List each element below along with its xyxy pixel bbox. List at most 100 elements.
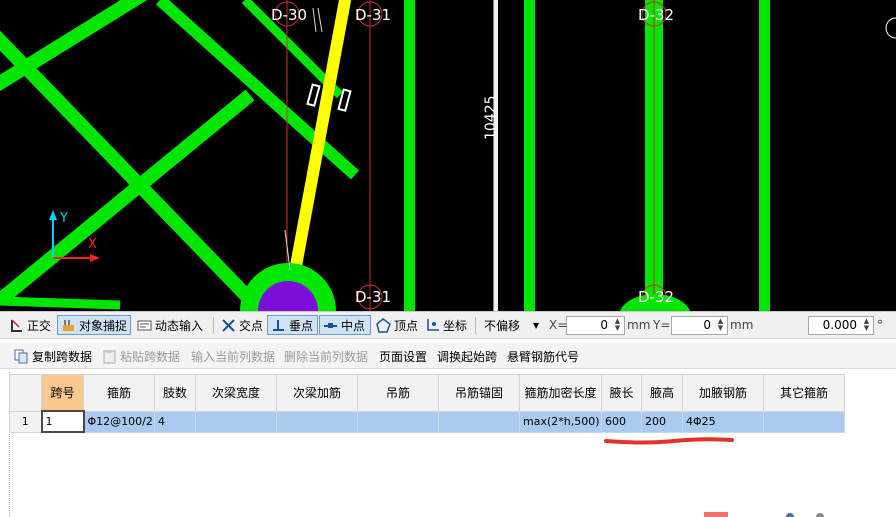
midpoint-icon <box>323 318 338 333</box>
table-cell[interactable] <box>438 410 520 433</box>
snap-toolbar: 正交 对象捕捉 动态输入 交点 垂点 中点 顶点 坐标 不偏移 ▼ X= 0 ▲… <box>0 311 896 339</box>
orthogonal-label: 正交 <box>27 318 52 333</box>
page-setup-button[interactable]: 页面设置 <box>379 348 427 365</box>
column-header[interactable]: 加腋钢筋 <box>682 374 764 412</box>
y-spinner[interactable]: ▲ ▼ <box>715 318 726 333</box>
column-header[interactable]: 肢数 <box>154 374 196 412</box>
column-header[interactable]: 其它箍筋 <box>763 374 845 412</box>
table-cell[interactable]: 200 <box>641 410 683 433</box>
delete-column-label: 删除当前列数据 <box>284 350 369 364</box>
input-column-label: 输入当前列数据 <box>191 350 276 364</box>
row-number[interactable]: 1 <box>9 410 42 433</box>
axis-label-d31-top: D-31 <box>355 6 391 24</box>
midpoint-button[interactable]: 中点 <box>319 315 371 335</box>
table-cell[interactable]: 4Φ25 <box>682 410 764 433</box>
x-input[interactable]: 0 ▲ ▼ <box>566 316 625 335</box>
angle-input[interactable]: 0.000 ▲ ▼ <box>808 316 874 335</box>
dynamic-input-icon <box>137 318 152 333</box>
adjust-start-span-label: 调换起始跨 <box>437 350 498 364</box>
object-snap-button[interactable]: 对象捕捉 <box>57 315 131 335</box>
beam-annotation <box>312 7 317 33</box>
diagonal-beam <box>0 296 121 310</box>
orthogonal-icon <box>9 318 24 333</box>
angle-spinner[interactable]: ▲ ▼ <box>861 318 872 333</box>
column-header[interactable]: 次梁宽度 <box>195 374 277 412</box>
ucs-x-label: X <box>88 237 97 252</box>
y-input[interactable]: 0 ▲ ▼ <box>671 316 728 335</box>
x-spinner[interactable]: ▲ ▼ <box>612 318 623 333</box>
cantilever-code-label: 悬臂钢筋代号 <box>507 350 580 364</box>
adjust-start-span-button[interactable]: 调换起始跨 <box>437 348 497 365</box>
object-snap-icon <box>61 318 76 333</box>
beam-annotation <box>317 7 323 33</box>
object-snap-label: 对象捕捉 <box>79 318 128 333</box>
column-header[interactable]: 腋高 <box>641 374 683 412</box>
y-value: 0 <box>703 318 711 332</box>
column-header[interactable]: 腋长 <box>601 374 642 412</box>
table-cell[interactable] <box>276 410 358 433</box>
red-underline-annotation <box>604 437 734 445</box>
delete-column-button[interactable]: 删除当前列数据 <box>284 348 368 365</box>
ucs-y-label: Y <box>59 211 68 226</box>
angle-value: 0.000 <box>822 318 857 332</box>
vertex-button[interactable]: 顶点 <box>373 315 421 335</box>
paste-span-button[interactable]: 粘贴跨数据 <box>102 348 180 365</box>
midpoint-label: 中点 <box>341 318 366 333</box>
column-header[interactable]: 箍筋加密长度 <box>519 374 602 412</box>
column-header[interactable]: 跨号 <box>41 374 84 412</box>
y-label: Y= <box>653 318 671 332</box>
coordinate-button[interactable]: 坐标 <box>422 315 470 335</box>
ucs-x-arrow <box>90 254 100 262</box>
table-cell[interactable] <box>763 410 845 433</box>
corner-header <box>9 374 42 412</box>
table-cell[interactable] <box>357 410 439 433</box>
axis-label-d30: D-30 <box>271 6 307 24</box>
cad-canvas[interactable]: D-30 D-31 D-31 Y X 10425 D-32 D-32 <box>0 0 896 311</box>
intersection-icon <box>221 318 236 333</box>
column-header[interactable]: 吊筋 <box>357 374 439 412</box>
vertex-icon <box>376 317 391 333</box>
chevron-down-icon: ▼ <box>533 320 540 330</box>
angle-unit: ° <box>877 318 883 332</box>
axis-circle <box>885 17 896 39</box>
table-cell[interactable] <box>195 410 277 433</box>
column-header[interactable]: 吊筋锚固 <box>438 374 520 412</box>
coordinate-icon <box>425 318 440 333</box>
input-column-button[interactable]: 输入当前列数据 <box>191 348 275 365</box>
dynamic-input-label: 动态输入 <box>155 318 204 333</box>
span-action-bar: 复制跨数据 粘贴跨数据 输入当前列数据 删除当前列数据 页面设置 调换起始跨 悬… <box>0 343 896 369</box>
axis-label-d31-bottom: D-31 <box>355 288 391 306</box>
paste-span-label: 粘贴跨数据 <box>120 350 181 364</box>
vertex-label: 顶点 <box>394 318 419 333</box>
dynamic-input-button[interactable]: 动态输入 <box>134 315 206 335</box>
cantilever-code-button[interactable]: 悬臂钢筋代号 <box>507 348 579 365</box>
table-cell[interactable]: 600 <box>601 410 642 433</box>
table-cell-span-no[interactable]: 1 <box>40 410 85 433</box>
orthogonal-button[interactable]: 正交 <box>6 315 54 335</box>
separator <box>475 317 476 334</box>
offset-value: 不偏移 <box>484 318 521 333</box>
table-cell[interactable]: max(2*h,500) <box>519 410 602 433</box>
table-cell[interactable]: 4 <box>154 410 196 433</box>
offset-dropdown[interactable]: 不偏移 ▼ <box>481 315 543 335</box>
bottom-edge-fragment <box>704 512 824 517</box>
coordinate-label: 坐标 <box>443 318 468 333</box>
column-header[interactable]: 次梁加筋 <box>276 374 358 412</box>
perpendicular-button[interactable]: 垂点 <box>267 315 318 335</box>
intersection-button[interactable]: 交点 <box>218 315 266 335</box>
axis-label-d32-bottom: D-32 <box>638 288 674 306</box>
vertical-beam <box>524 0 535 311</box>
table-row[interactable]: 1 1 Φ12@100/2 4 max(2*h,500) 600 200 4Φ2… <box>9 410 845 433</box>
axis-label-d32-top: D-32 <box>638 6 674 24</box>
copy-span-button[interactable]: 复制跨数据 <box>14 348 92 365</box>
x-unit: mm <box>627 318 651 332</box>
ucs-y-arrow <box>49 210 57 220</box>
column-header[interactable]: 箍筋 <box>83 374 155 412</box>
separator <box>213 317 214 334</box>
table-header-row: 跨号 箍筋 肢数 次梁宽度 次梁加筋 吊筋 吊筋锚固 箍筋加密长度 腋长 腋高 … <box>9 374 845 412</box>
table-cell[interactable]: Φ12@100/2 <box>83 410 155 433</box>
perpendicular-icon <box>271 318 286 333</box>
viewport-divider[interactable] <box>494 0 498 311</box>
copy-span-label: 复制跨数据 <box>32 350 93 364</box>
intersection-label: 交点 <box>239 318 264 333</box>
